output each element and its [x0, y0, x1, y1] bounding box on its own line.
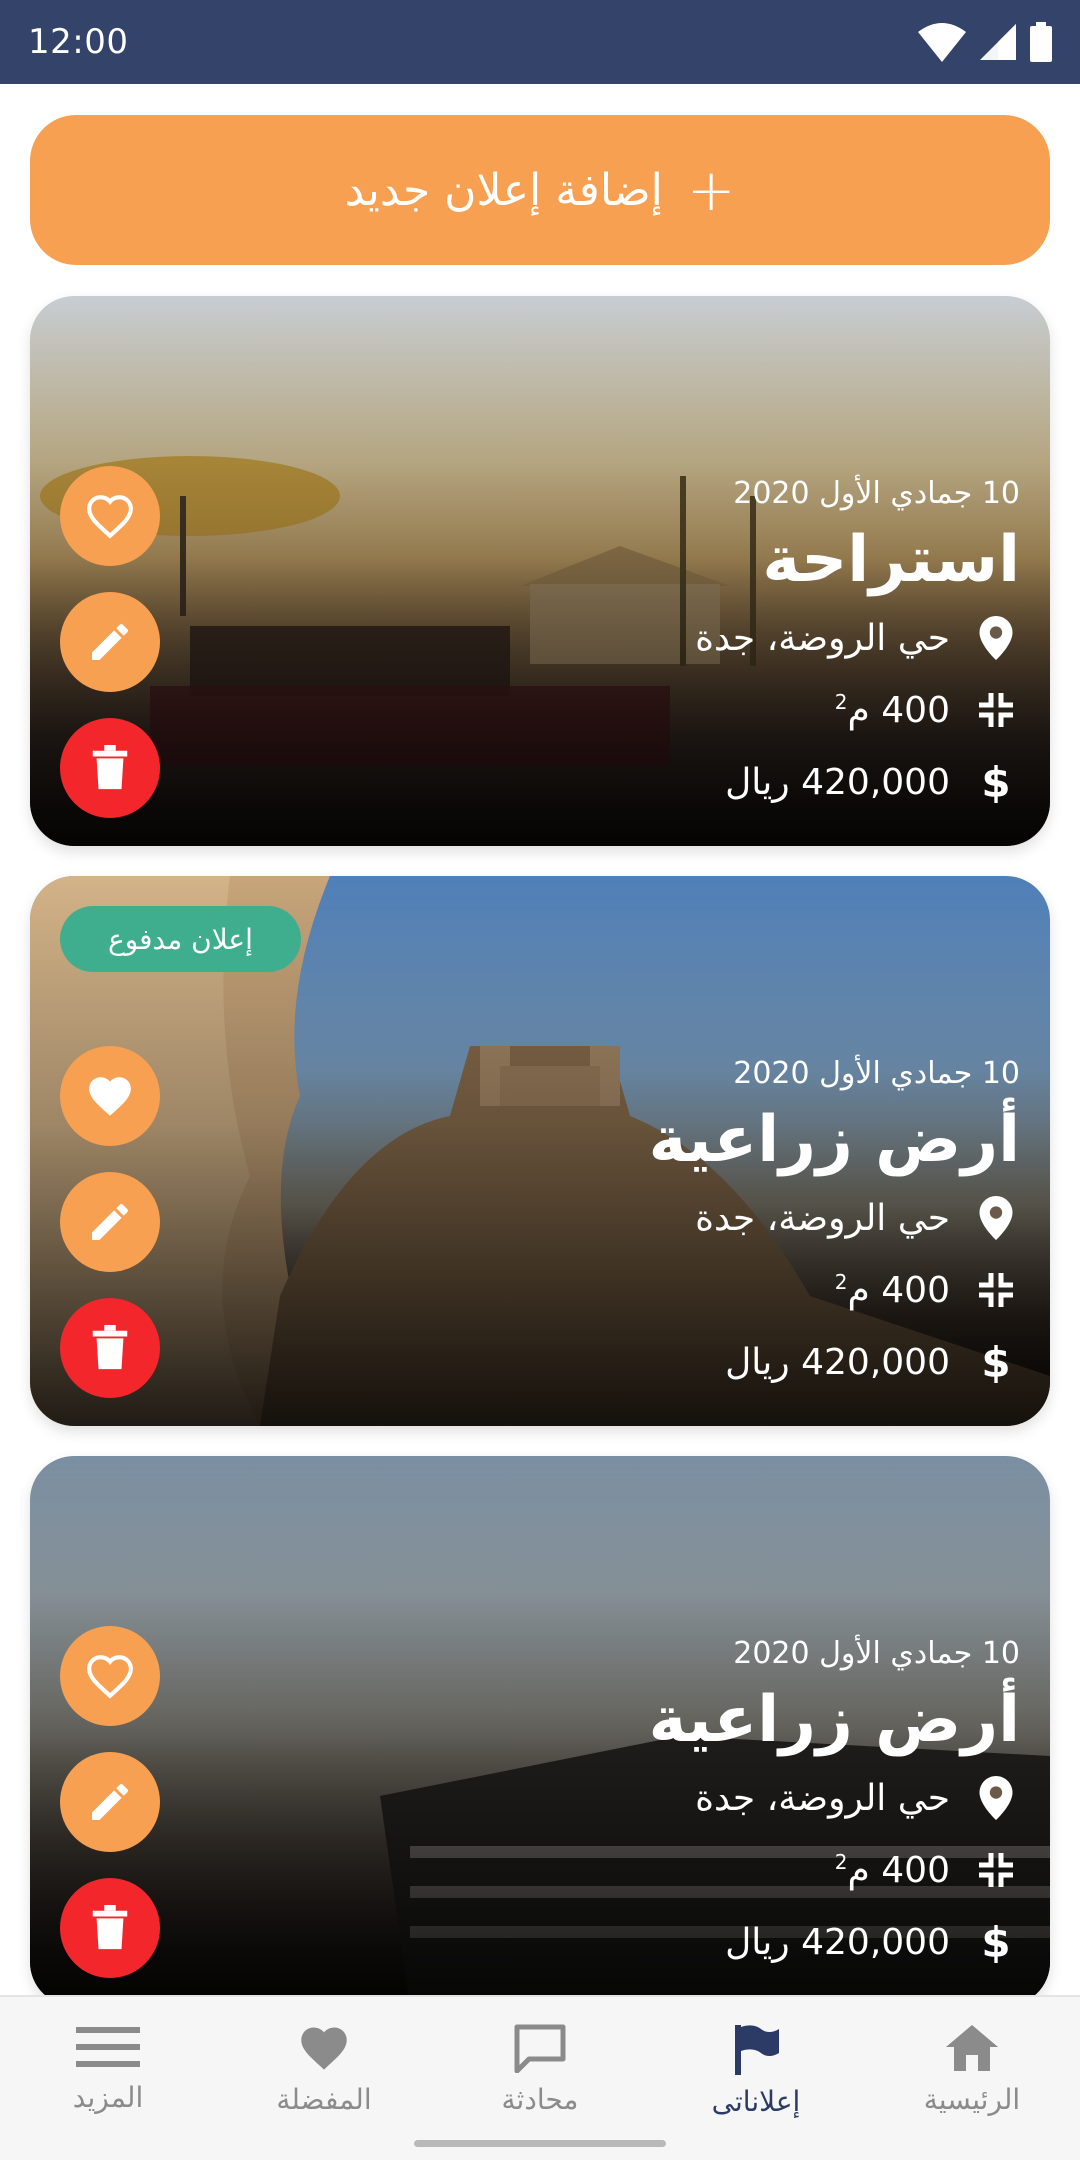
nav-label: الرئيسية — [923, 2083, 1021, 2116]
listing-actions — [60, 466, 160, 818]
heart-outline-icon — [87, 1655, 133, 1699]
listing-price: 420,000 ريال — [725, 761, 950, 803]
listing-area: 400 م2 — [835, 1850, 950, 1891]
listing-area: 400 م2 — [835, 690, 950, 731]
home-indicator[interactable] — [414, 2140, 666, 2147]
bottom-nav: المزيد المفضلة محادثة إعلاناتى الرئيسية — [0, 1995, 1080, 2160]
location-pin-icon — [972, 1194, 1020, 1242]
favorite-button[interactable] — [60, 1626, 160, 1726]
area-unit: م — [847, 1269, 870, 1311]
delete-button[interactable] — [60, 718, 160, 818]
listing-location: حي الروضة، جدة — [695, 1777, 950, 1819]
listing-area-row: 400 م2 — [420, 674, 1020, 746]
plus-icon: + — [686, 156, 736, 224]
listing-area: 400 م2 — [835, 1270, 950, 1311]
chat-icon — [514, 2024, 566, 2073]
listing-actions — [60, 1046, 160, 1398]
nav-item-more[interactable]: المزيد — [8, 2023, 208, 2114]
area-unit: م — [847, 689, 870, 731]
favorite-button[interactable] — [60, 1046, 160, 1146]
listing-actions — [60, 1626, 160, 1978]
area-value: 400 — [881, 1269, 950, 1311]
paid-ad-badge: إعلان مدفوع — [60, 906, 301, 972]
dollar-icon: $ — [981, 1337, 1011, 1387]
heart-icon — [301, 2027, 347, 2070]
edit-button[interactable] — [60, 1752, 160, 1852]
listing-date: 10 جمادي الأول 2020 — [733, 1056, 1020, 1091]
listing-area-row: 400 م2 — [420, 1834, 1020, 1906]
nav-label: إعلاناتى — [711, 2085, 801, 2118]
listing-price-row: $ 420,000 ريال — [420, 1326, 1020, 1398]
area-unit: م — [847, 1849, 870, 1891]
listing-location: حي الروضة، جدة — [695, 1197, 950, 1239]
listing-location-row: حي الروضة، جدة — [420, 1762, 1020, 1834]
listing-info: 10 جمادي الأول 2020 أرض زراعية حي الروضة… — [420, 1052, 1020, 1398]
status-icons — [918, 22, 1052, 62]
trash-icon — [92, 1905, 128, 1950]
status-bar: 12:00 — [0, 0, 1080, 84]
nav-label: المفضلة — [276, 2083, 372, 2116]
pencil-icon — [92, 623, 128, 660]
nav-label: محادثة — [501, 2083, 579, 2116]
add-listing-button[interactable]: + إضافة إعلان جديد — [30, 115, 1050, 265]
listing-location-row: حي الروضة، جدة — [420, 1182, 1020, 1254]
add-listing-label: إضافة إعلان جديد — [344, 164, 663, 216]
area-unit-sup: 2 — [834, 1849, 848, 1874]
delete-button[interactable] — [60, 1878, 160, 1978]
area-icon — [972, 1846, 1020, 1894]
signal-icon — [980, 24, 1016, 60]
wifi-icon — [918, 23, 966, 62]
listing-title: أرض زراعية — [648, 1103, 1020, 1177]
trash-icon — [92, 745, 128, 790]
home-icon — [946, 2025, 998, 2071]
listing-date: 10 جمادي الأول 2020 — [733, 476, 1020, 511]
flag-icon — [735, 2025, 779, 2075]
listing-area-row: 400 م2 — [420, 1254, 1020, 1326]
area-icon — [972, 1266, 1020, 1314]
area-unit-sup: 2 — [834, 689, 848, 714]
nav-item-favorites[interactable]: المفضلة — [224, 2023, 424, 2116]
listing-info: 10 جمادي الأول 2020 أرض زراعية حي الروضة… — [420, 1632, 1020, 1978]
nav-item-home[interactable]: الرئيسية — [872, 2023, 1072, 2116]
listing-info: 10 جمادي الأول 2020 استراحة حي الروضة، ج… — [420, 472, 1020, 818]
area-icon — [972, 686, 1020, 734]
pencil-icon — [92, 1203, 128, 1240]
dollar-icon: $ — [981, 757, 1011, 807]
battery-icon — [1030, 22, 1052, 62]
edit-button[interactable] — [60, 1172, 160, 1272]
listing-title: أرض زراعية — [648, 1683, 1020, 1757]
listing-title: استراحة — [762, 523, 1020, 597]
trash-icon — [92, 1325, 128, 1370]
listing-location: حي الروضة، جدة — [695, 617, 950, 659]
listing-price-row: $ 420,000 ريال — [420, 746, 1020, 818]
nav-item-my-ads[interactable]: إعلاناتى — [656, 2023, 856, 2118]
heart-outline-icon — [87, 495, 133, 539]
area-value: 400 — [881, 689, 950, 731]
nav-label: المزيد — [72, 2081, 144, 2114]
status-time: 12:00 — [28, 22, 129, 62]
edit-button[interactable] — [60, 592, 160, 692]
area-value: 400 — [881, 1849, 950, 1891]
listing-price-row: $ 420,000 ريال — [420, 1906, 1020, 1978]
listing-date: 10 جمادي الأول 2020 — [733, 1636, 1020, 1671]
location-pin-icon — [972, 1774, 1020, 1822]
nav-item-chat[interactable]: محادثة — [440, 2023, 640, 2116]
listing-price: 420,000 ريال — [725, 1341, 950, 1383]
favorite-button[interactable] — [60, 466, 160, 566]
pencil-icon — [92, 1783, 128, 1820]
listing-card[interactable]: إعلان مدفوع 10 جمادي الأول 2020 أرض زراع… — [30, 876, 1050, 1426]
listing-card[interactable]: 10 جمادي الأول 2020 استراحة حي الروضة، ج… — [30, 296, 1050, 846]
delete-button[interactable] — [60, 1298, 160, 1398]
listing-price: 420,000 ريال — [725, 1921, 950, 1963]
heart-filled-icon — [89, 1077, 131, 1116]
menu-icon — [76, 2027, 140, 2067]
dollar-icon: $ — [981, 1917, 1011, 1967]
area-unit-sup: 2 — [834, 1269, 848, 1294]
location-pin-icon — [972, 614, 1020, 662]
listing-card[interactable]: 10 جمادي الأول 2020 أرض زراعية حي الروضة… — [30, 1456, 1050, 2006]
listing-location-row: حي الروضة، جدة — [420, 602, 1020, 674]
